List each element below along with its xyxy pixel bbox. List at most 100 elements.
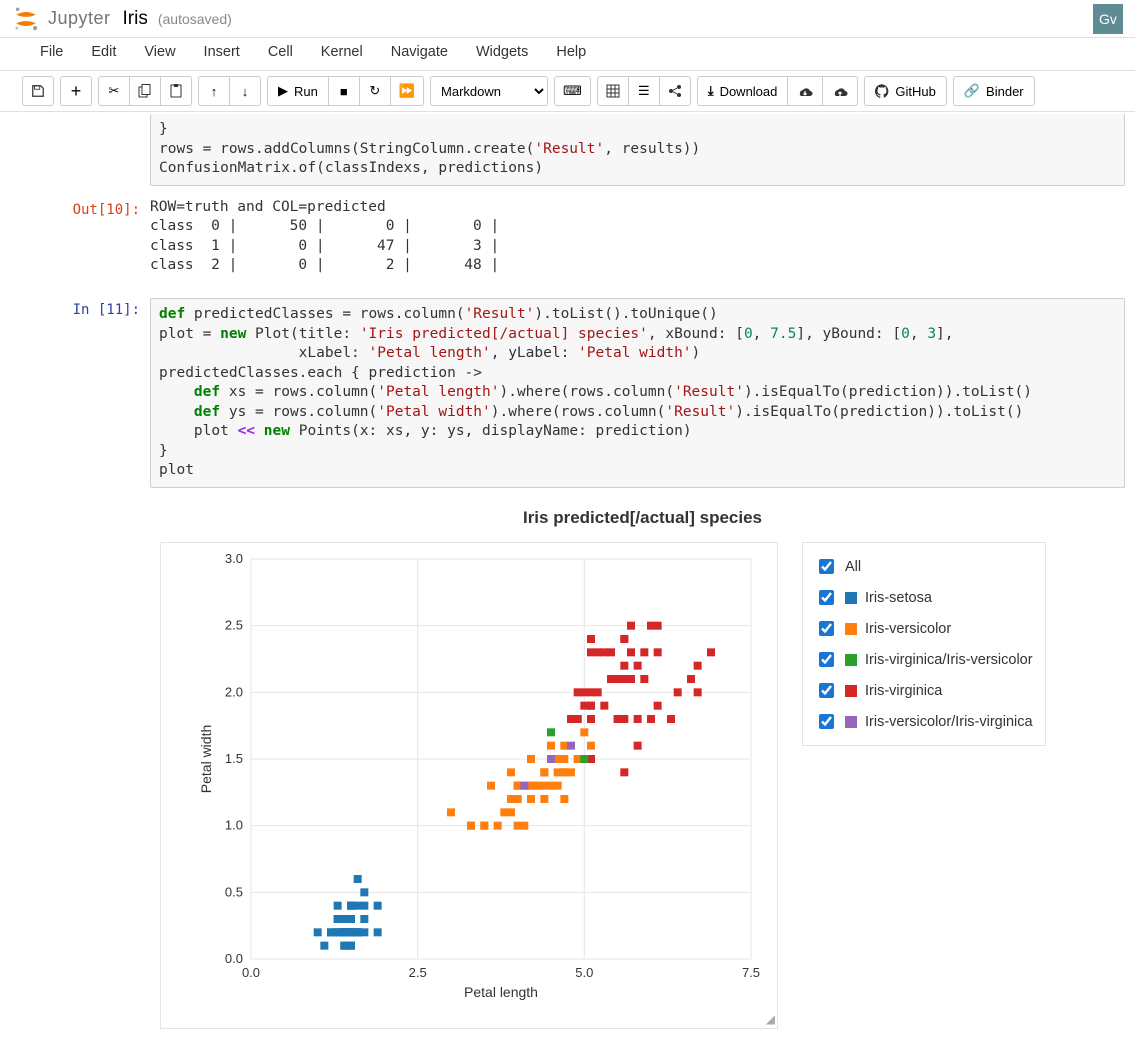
- cloud-up-icon: [831, 84, 849, 98]
- play-icon: ▶: [278, 83, 288, 99]
- scatter-plot[interactable]: 0.02.55.07.50.00.51.01.52.02.53.0Petal l…: [167, 549, 771, 1019]
- legend-swatch: [845, 592, 857, 604]
- legend-checkbox[interactable]: [819, 683, 834, 698]
- legend-label: Iris-virginica: [865, 683, 942, 699]
- refresh-icon: ↻: [369, 83, 380, 99]
- svg-text:0.0: 0.0: [242, 965, 260, 980]
- jupyter-icon: [12, 5, 40, 33]
- menubar: File Edit View Insert Cell Kernel Naviga…: [0, 38, 1135, 71]
- copy-icon: [138, 84, 152, 98]
- paste-icon: [169, 84, 183, 98]
- in-prompt-11: In [11]:: [0, 298, 150, 488]
- legend-checkbox[interactable]: [819, 621, 834, 636]
- arrow-up-icon: ↑: [211, 84, 218, 99]
- menu-help[interactable]: Help: [556, 44, 586, 60]
- run-label: Run: [294, 84, 318, 99]
- run-button[interactable]: ▶ Run: [267, 76, 329, 106]
- in11-code[interactable]: def predictedClasses = rows.column('Resu…: [159, 305, 1116, 481]
- legend-label: Iris-versicolor/Iris-virginica: [865, 714, 1033, 730]
- legend-item[interactable]: Iris-versicolor: [815, 613, 1033, 644]
- resize-grip-icon[interactable]: ◢: [766, 1012, 775, 1026]
- restart-button[interactable]: ↻: [359, 76, 391, 106]
- legend: All Iris-setosa Iris-versicolor Iris-virgin…: [802, 542, 1046, 746]
- copy-button[interactable]: [129, 76, 161, 106]
- interrupt-button[interactable]: ■: [328, 76, 360, 106]
- menu-widgets[interactable]: Widgets: [476, 44, 528, 60]
- autosave-status: (autosaved): [158, 11, 232, 27]
- code-cell-top: } rows = rows.addColumns(StringColumn.cr…: [0, 112, 1135, 188]
- svg-text:Petal width: Petal width: [198, 725, 214, 793]
- input-cell-11: In [11]: def predictedClasses = rows.col…: [0, 296, 1135, 490]
- add-cell-button[interactable]: +: [60, 76, 92, 106]
- legend-label: Iris-virginica/Iris-versicolor: [865, 652, 1033, 668]
- menu-view[interactable]: View: [144, 44, 175, 60]
- svg-text:7.5: 7.5: [742, 965, 760, 980]
- legend-swatch: [845, 654, 857, 666]
- legend-item[interactable]: Iris-versicolor/Iris-virginica: [815, 706, 1033, 737]
- stop-icon: ■: [340, 84, 348, 99]
- toolbar: + ✂ ↑ ↓ ▶ Run ■ ↻ ⏩ Markdown ⌨ ☰ ⤓Downloa…: [0, 71, 1135, 112]
- legend-item[interactable]: Iris-virginica: [815, 675, 1033, 706]
- notebook-area: } rows = rows.addColumns(StringColumn.cr…: [0, 112, 1135, 1049]
- svg-text:2.5: 2.5: [225, 618, 243, 633]
- github-label: GitHub: [895, 84, 935, 99]
- legend-item[interactable]: All: [815, 551, 1033, 582]
- binder-button[interactable]: 🔗 Binder: [953, 76, 1035, 106]
- svg-text:5.0: 5.0: [575, 965, 593, 980]
- legend-item[interactable]: Iris-setosa: [815, 582, 1033, 613]
- cut-button[interactable]: ✂: [98, 76, 130, 106]
- variables-button[interactable]: [597, 76, 629, 106]
- legend-checkbox[interactable]: [819, 590, 834, 605]
- legend-checkbox[interactable]: [819, 714, 834, 729]
- cloud-upload-button[interactable]: [822, 76, 858, 106]
- save-button[interactable]: [22, 76, 54, 106]
- svg-text:2.0: 2.0: [225, 684, 243, 699]
- restart-run-all-button[interactable]: ⏩: [390, 76, 424, 106]
- save-icon: [31, 84, 45, 98]
- legend-label: Iris-setosa: [865, 590, 932, 606]
- paste-button[interactable]: [160, 76, 192, 106]
- download-label: Download: [720, 84, 778, 99]
- legend-item[interactable]: Iris-virginica/Iris-versicolor: [815, 644, 1033, 675]
- empty-prompt: [0, 114, 150, 186]
- scissors-icon: ✂: [109, 83, 120, 99]
- github-button[interactable]: GitHub: [864, 76, 946, 106]
- cloud-download-button[interactable]: [787, 76, 823, 106]
- plus-icon: +: [71, 84, 82, 98]
- grid-icon: [606, 84, 620, 98]
- jupyter-logo: Jupyter: [12, 5, 111, 33]
- celltype-select[interactable]: Markdown: [430, 76, 548, 106]
- list-button[interactable]: ☰: [628, 76, 660, 106]
- output-cell-10: Out[10]: ROW=truth and COL=predicted cla…: [0, 196, 1135, 278]
- plot-output: Iris predicted[/actual] species 0.0 2.5 5.…: [0, 490, 1135, 1029]
- link-icon: 🔗: [964, 83, 980, 99]
- fast-forward-icon: ⏩: [399, 83, 415, 99]
- legend-checkbox[interactable]: [819, 559, 834, 574]
- avatar[interactable]: Gv: [1093, 4, 1123, 34]
- plot-area[interactable]: 0.02.55.07.50.00.51.01.52.02.53.0Petal l…: [160, 542, 778, 1029]
- menu-insert[interactable]: Insert: [204, 44, 240, 60]
- menu-kernel[interactable]: Kernel: [321, 44, 363, 60]
- svg-text:0.0: 0.0: [225, 951, 243, 966]
- move-up-button[interactable]: ↑: [198, 76, 230, 106]
- menu-navigate[interactable]: Navigate: [391, 44, 448, 60]
- keyboard-icon: ⌨: [563, 83, 582, 99]
- svg-text:Petal length: Petal length: [464, 984, 538, 1000]
- plot-title: Iris predicted[/actual] species: [150, 508, 1135, 528]
- binder-label: Binder: [986, 84, 1024, 99]
- move-down-button[interactable]: ↓: [229, 76, 261, 106]
- notebook-name[interactable]: Iris: [123, 8, 148, 30]
- legend-swatch: [845, 685, 857, 697]
- menu-file[interactable]: File: [40, 44, 63, 60]
- share-button[interactable]: [659, 76, 691, 106]
- menu-edit[interactable]: Edit: [91, 44, 116, 60]
- cloud-down-icon: [796, 84, 814, 98]
- keyboard-button[interactable]: ⌨: [554, 76, 591, 106]
- download-button[interactable]: ⤓Download: [697, 76, 789, 106]
- menu-cell[interactable]: Cell: [268, 44, 293, 60]
- legend-swatch: [845, 716, 857, 728]
- logo-text: Jupyter: [48, 8, 111, 29]
- legend-checkbox[interactable]: [819, 652, 834, 667]
- code-text[interactable]: } rows = rows.addColumns(StringColumn.cr…: [159, 120, 1116, 179]
- svg-text:0.5: 0.5: [225, 884, 243, 899]
